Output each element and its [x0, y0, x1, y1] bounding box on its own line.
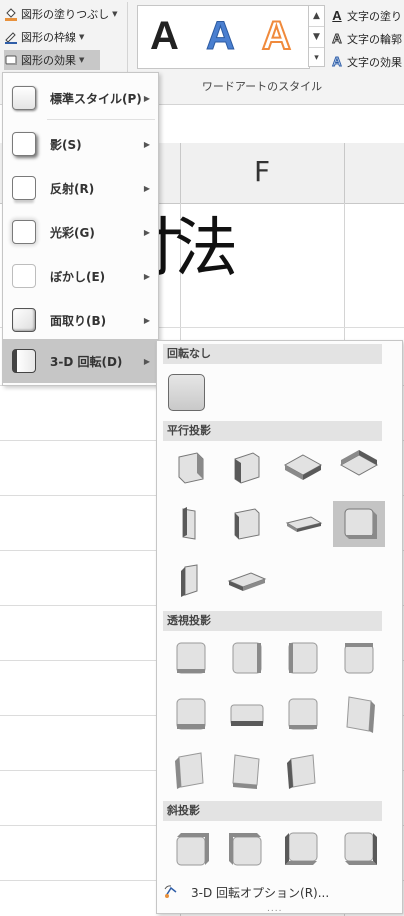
tile-parallel-6[interactable]: [221, 501, 273, 547]
text-outline-label: 文字の輪郭: [347, 33, 402, 46]
text-fill-button[interactable]: A 文字の塗り: [330, 6, 402, 26]
reflection-thumb: [12, 176, 36, 200]
3d-rotation-options-label: 3-D 回転オプション(R)...: [191, 885, 330, 900]
tile-no-rotation[interactable]: [168, 374, 205, 411]
text-outline-icon: A: [332, 31, 342, 46]
tile-perspective-2[interactable]: [221, 635, 273, 681]
preset-thumb: [12, 86, 36, 110]
tile-parallel-2[interactable]: [221, 445, 273, 491]
menu-item-glow[interactable]: 光彩(G) ▶: [3, 210, 158, 254]
tile-parallel-8[interactable]: [333, 501, 385, 547]
chevron-right-icon: ▶: [143, 271, 150, 281]
tile-perspective-6[interactable]: [221, 691, 273, 737]
tile-parallel-5[interactable]: [165, 501, 217, 547]
menu-item-3d-rotation[interactable]: 3-D 回転(D) ▶: [3, 339, 158, 383]
wordart-style-black[interactable]: A: [150, 14, 179, 58]
menu-item-label: 標準スタイル(P): [50, 91, 142, 106]
menu-item-label: 光彩(G): [50, 225, 95, 240]
section-header-no-rotation: 回転なし: [163, 344, 382, 364]
chevron-down-icon: ▼: [79, 56, 85, 64]
pen-icon: [4, 30, 18, 44]
text-effects-label: 文字の効果: [347, 56, 402, 69]
column-divider: [344, 143, 345, 203]
tile-perspective-5[interactable]: [165, 691, 217, 737]
chevron-right-icon: ▶: [143, 227, 150, 237]
paint-bucket-icon: [4, 7, 18, 21]
gallery-more-icon[interactable]: ▾: [309, 48, 324, 68]
shadow-thumb: [12, 132, 36, 156]
scroll-down-icon[interactable]: ▼: [309, 27, 324, 48]
wordart-style-blue[interactable]: A: [206, 14, 236, 59]
tile-parallel-3[interactable]: [277, 445, 329, 491]
tile-perspective-4[interactable]: [333, 635, 385, 681]
tile-oblique-2[interactable]: [221, 825, 273, 871]
chevron-right-icon: ▶: [143, 93, 150, 103]
tile-perspective-10[interactable]: [221, 747, 273, 793]
resize-grip[interactable]: ....: [267, 904, 282, 914]
3d-rotation-thumb: [12, 349, 36, 373]
3d-rotation-gallery: 回転なし 平行投影 透視投影 斜投影 3-D 回転オプション(R)... ...…: [156, 340, 403, 914]
menu-item-soft-edges[interactable]: ぼかし(E) ▶: [3, 254, 158, 298]
tile-perspective-1[interactable]: [165, 635, 217, 681]
tile-perspective-3[interactable]: [277, 635, 329, 681]
rotation-options-icon: [163, 884, 179, 900]
menu-item-label: 3-D 回転(D): [50, 354, 123, 369]
menu-item-preset[interactable]: 標準スタイル(P) ▶: [3, 76, 158, 120]
tile-perspective-9[interactable]: [165, 747, 217, 793]
cell-text: 法: [174, 212, 238, 286]
tile-parallel-9[interactable]: [165, 557, 217, 603]
tile-oblique-3[interactable]: [277, 825, 329, 871]
tile-oblique-4[interactable]: [333, 825, 385, 871]
scroll-up-icon[interactable]: ▲: [309, 6, 324, 27]
section-header-oblique: 斜投影: [163, 801, 382, 821]
text-outline-button[interactable]: A 文字の輪郭: [330, 29, 402, 49]
shape-outline-label: 図形の枠線: [21, 31, 76, 44]
tile-oblique-1[interactable]: [165, 825, 217, 871]
shape-effects-menu: 標準スタイル(P) ▶ 影(S) ▶ 反射(R) ▶ 光彩(G) ▶ ぼかし(E…: [2, 72, 159, 386]
shape-effects-label: 図形の効果: [21, 54, 76, 67]
wordart-style-orange-outline[interactable]: A: [261, 13, 292, 59]
chevron-right-icon: ▶: [143, 356, 150, 366]
section-header-parallel: 平行投影: [163, 421, 382, 441]
tile-parallel-1[interactable]: [165, 445, 217, 491]
chevron-down-icon: ▼: [112, 10, 118, 18]
shape-outline-button[interactable]: 図形の枠線 ▼: [4, 27, 84, 47]
wordart-group-label: ワードアートのスタイル: [201, 80, 323, 93]
tile-parallel-7[interactable]: [277, 501, 329, 547]
wordart-gallery-scroll[interactable]: ▲ ▼ ▾: [308, 5, 325, 67]
tile-perspective-11[interactable]: [277, 747, 329, 793]
menu-item-bevel[interactable]: 面取り(B) ▶: [3, 298, 158, 342]
wordart-style-gallery[interactable]: A A A: [137, 5, 310, 69]
text-effects-button[interactable]: A 文字の効果: [330, 52, 402, 72]
menu-item-label: 影(S): [50, 137, 82, 152]
glow-thumb: [12, 220, 36, 244]
shape-fill-label: 図形の塗りつぶし: [21, 8, 110, 21]
section-header-perspective: 透視投影: [163, 611, 382, 631]
menu-item-shadow[interactable]: 影(S) ▶: [3, 122, 158, 166]
chevron-down-icon: ▼: [79, 33, 85, 41]
tile-parallel-4[interactable]: [333, 445, 385, 491]
chevron-right-icon: ▶: [143, 183, 150, 193]
tile-parallel-10[interactable]: [221, 557, 273, 603]
shape-effects-button[interactable]: 図形の効果 ▼: [4, 50, 100, 70]
shape-fill-button[interactable]: 図形の塗りつぶし ▼: [4, 4, 118, 24]
menu-item-label: 面取り(B): [50, 313, 107, 328]
text-fill-icon: A: [332, 8, 342, 23]
column-header-f[interactable]: F: [180, 155, 344, 188]
shape-effects-icon: [4, 53, 18, 67]
tile-perspective-7[interactable]: [277, 691, 329, 737]
bevel-thumb: [12, 308, 36, 332]
menu-separator: [47, 119, 155, 120]
soft-edges-thumb: [12, 264, 36, 288]
text-fill-label: 文字の塗り: [347, 10, 402, 23]
tile-perspective-8[interactable]: [333, 691, 385, 737]
menu-item-label: 反射(R): [50, 181, 95, 196]
chevron-right-icon: ▶: [143, 315, 150, 325]
text-effects-icon: A: [332, 54, 342, 69]
menu-item-label: ぼかし(E): [50, 269, 106, 284]
3d-rotation-options-button[interactable]: 3-D 回転オプション(R)...: [161, 881, 397, 903]
menu-item-reflection[interactable]: 反射(R) ▶: [3, 166, 158, 210]
chevron-right-icon: ▶: [143, 139, 150, 149]
